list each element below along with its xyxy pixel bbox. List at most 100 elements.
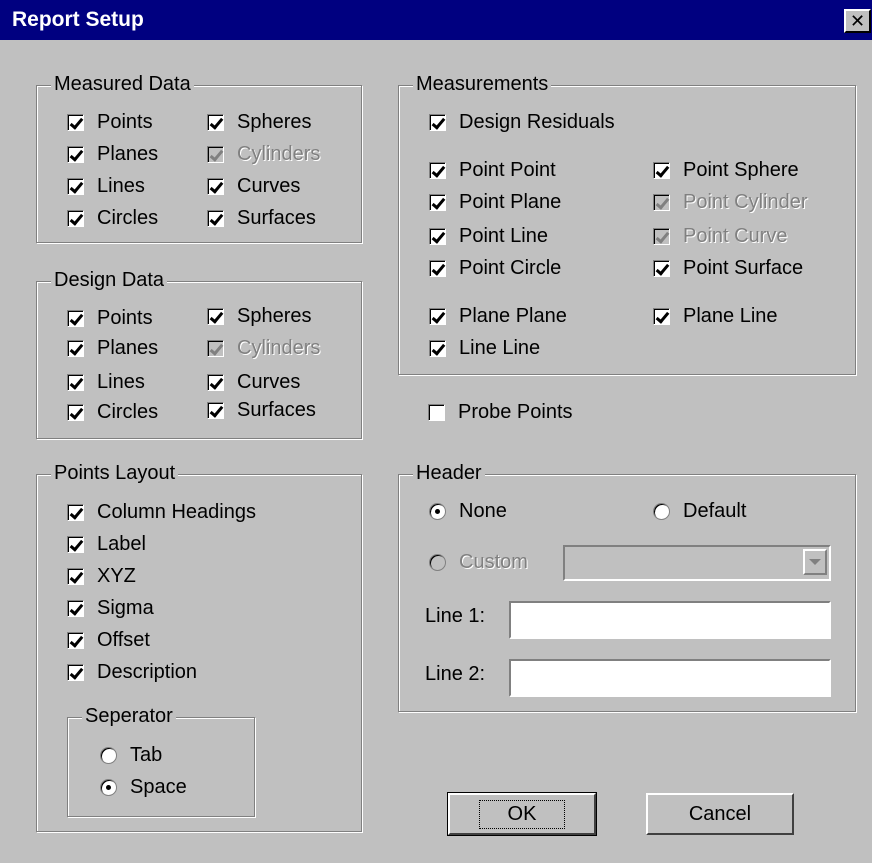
cancel-label: Cancel (688, 802, 752, 825)
checkbox-box (207, 308, 224, 325)
xyz-checkbox[interactable]: XYZ (67, 565, 136, 588)
point-line-checkbox[interactable]: Point Line (429, 225, 548, 248)
description-checkbox[interactable]: Description (67, 661, 197, 684)
checkbox-box (429, 114, 446, 131)
measured-surfaces-checkbox[interactable]: Surfaces (207, 207, 316, 230)
measured-circles-checkbox[interactable]: Circles (67, 207, 158, 230)
cancel-button[interactable]: Cancel (646, 793, 794, 835)
header-title: Header (413, 462, 485, 485)
checkbox-box (67, 114, 84, 131)
measured-spheres-checkbox[interactable]: Spheres (207, 111, 312, 134)
line-line-checkbox[interactable]: Line Line (429, 337, 540, 360)
design-spheres-checkbox[interactable]: Spheres (207, 305, 312, 328)
checkbox-box (67, 374, 84, 391)
window-title: Report Setup (12, 8, 144, 31)
design-curves-checkbox[interactable]: Curves (207, 371, 300, 394)
radio-circle (100, 747, 117, 764)
checkbox-box (653, 228, 670, 245)
checkbox-box (207, 178, 224, 195)
checkbox-box (653, 308, 670, 325)
measured-data-title: Measured Data (51, 73, 194, 96)
points-layout-title: Points Layout (51, 462, 179, 485)
ok-label: OK (478, 799, 566, 829)
checkbox-box (207, 374, 224, 391)
point-sphere-checkbox[interactable]: Point Sphere (653, 159, 799, 182)
checkbox-box (67, 178, 84, 195)
design-cylinders-checkbox: Cylinders (207, 337, 320, 360)
separator-space-radio[interactable]: Space (100, 776, 187, 799)
checkbox-box (207, 114, 224, 131)
checkbox-box (67, 310, 84, 327)
header-default-radio[interactable]: Default (653, 500, 746, 523)
probe-points-checkbox[interactable]: Probe Points (428, 401, 573, 424)
radio-circle (429, 503, 446, 520)
dropdown-button (803, 549, 827, 575)
checkbox-box (429, 308, 446, 325)
design-data-group: Design Data Points Planes Lines Circles … (36, 269, 362, 439)
measured-lines-checkbox[interactable]: Lines (67, 175, 145, 198)
checkbox-box (67, 568, 84, 585)
measured-curves-checkbox[interactable]: Curves (207, 175, 300, 198)
column-headings-checkbox[interactable]: Column Headings (67, 501, 256, 524)
checkbox-box (429, 228, 446, 245)
sigma-checkbox[interactable]: Sigma (67, 597, 154, 620)
header-group: Header None Default Custom Line 1: Line … (398, 462, 856, 712)
offset-checkbox[interactable]: Offset (67, 629, 150, 652)
custom-header-dropdown (563, 545, 831, 581)
separator-group: Seperator Tab Space (67, 705, 255, 817)
checkbox-box (653, 162, 670, 179)
points-layout-group: Points Layout Column Headings Label XYZ … (36, 462, 362, 832)
radio-circle (653, 503, 670, 520)
point-surface-checkbox[interactable]: Point Surface (653, 257, 803, 280)
design-lines-checkbox[interactable]: Lines (67, 371, 145, 394)
measured-planes-checkbox[interactable]: Planes (67, 143, 158, 166)
point-cylinder-checkbox: Point Cylinder (653, 191, 808, 214)
checkbox-box (207, 146, 224, 163)
checkbox-box (653, 260, 670, 277)
checkbox-box (429, 340, 446, 357)
separator-title: Seperator (82, 705, 176, 728)
checkbox-box (67, 632, 84, 649)
radio-circle (100, 779, 117, 796)
measured-cylinders-checkbox: Cylinders (207, 143, 320, 166)
checkbox-box (207, 402, 224, 419)
checkbox-box (428, 404, 445, 421)
plane-line-checkbox[interactable]: Plane Line (653, 305, 778, 328)
checkbox-box (429, 162, 446, 179)
design-planes-checkbox[interactable]: Planes (67, 337, 158, 360)
line1-label: Line 1: (425, 605, 486, 627)
checkbox-box (429, 260, 446, 277)
checkbox-box (429, 194, 446, 211)
ok-button[interactable]: OK (447, 792, 597, 836)
line1-input[interactable] (509, 601, 831, 639)
design-data-title: Design Data (51, 269, 168, 292)
checkbox-box (653, 194, 670, 211)
design-circles-checkbox[interactable]: Circles (67, 401, 158, 424)
checkbox-box (67, 210, 84, 227)
header-none-radio[interactable]: None (429, 500, 507, 523)
checkbox-box (67, 504, 84, 521)
point-circle-checkbox[interactable]: Point Circle (429, 257, 561, 280)
separator-tab-radio[interactable]: Tab (100, 744, 162, 767)
design-surfaces-checkbox[interactable]: Surfaces (207, 399, 316, 422)
header-custom-radio: Custom (429, 551, 528, 574)
title-bar: Report Setup ✕ (0, 0, 872, 40)
design-residuals-checkbox[interactable]: Design Residuals (429, 111, 615, 134)
design-points-checkbox[interactable]: Points (67, 307, 153, 330)
checkbox-box (67, 340, 84, 357)
checkbox-box (67, 404, 84, 421)
line2-input[interactable] (509, 659, 831, 697)
close-icon: ✕ (849, 11, 866, 31)
checkbox-box (207, 210, 224, 227)
measured-data-group: Measured Data Points Planes Lines Circle… (36, 73, 362, 243)
label-checkbox[interactable]: Label (67, 533, 146, 556)
checkbox-box (67, 600, 84, 617)
point-plane-checkbox[interactable]: Point Plane (429, 191, 561, 214)
point-curve-checkbox: Point Curve (653, 225, 788, 248)
measured-points-checkbox[interactable]: Points (67, 111, 153, 134)
measurements-title: Measurements (413, 73, 552, 96)
plane-plane-checkbox[interactable]: Plane Plane (429, 305, 567, 328)
close-button[interactable]: ✕ (844, 9, 871, 33)
checkbox-box (67, 664, 84, 681)
point-point-checkbox[interactable]: Point Point (429, 159, 556, 182)
